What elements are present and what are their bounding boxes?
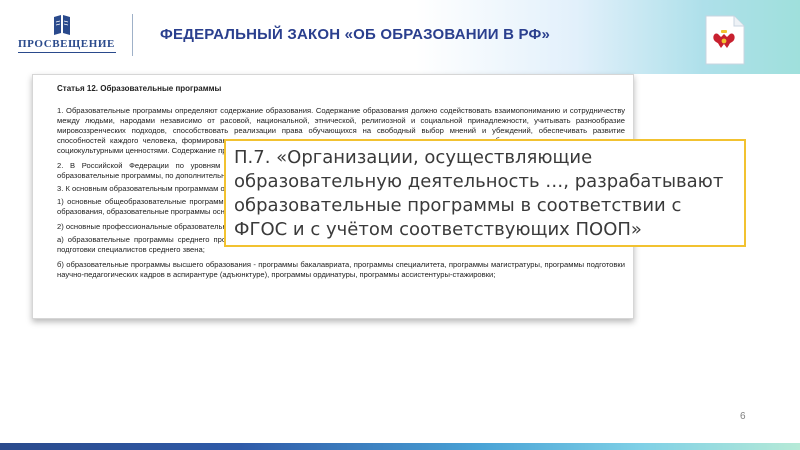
prosveshchenie-logo: ПРОСВЕЩЕНИЕ [18, 14, 118, 54]
highlight-callout: П.7. «Организации, осуществляющие образо… [224, 139, 746, 247]
callout-text: П.7. «Организации, осуществляющие образо… [234, 147, 724, 240]
page-number: 6 [740, 411, 746, 422]
logo-text: ПРОСВЕЩЕНИЕ [18, 38, 115, 50]
slide: ПРОСВЕЩЕНИЕ ФЕДЕРАЛЬНЫЙ ЗАКОН «ОБ ОБРАЗО… [0, 0, 800, 450]
logo-book-icon [54, 15, 70, 35]
document-emblem-icon [705, 15, 745, 65]
logo-underline [18, 52, 116, 53]
article-heading: Статья 12. Образовательные программы [57, 84, 222, 93]
slide-title: ФЕДЕРАЛЬНЫЙ ЗАКОН «ОБ ОБРАЗОВАНИИ В РФ» [160, 26, 551, 43]
article-paragraph: б) образовательные программы высшего обр… [57, 260, 625, 279]
header-divider [132, 14, 133, 56]
bottom-accent-bar [0, 443, 800, 450]
